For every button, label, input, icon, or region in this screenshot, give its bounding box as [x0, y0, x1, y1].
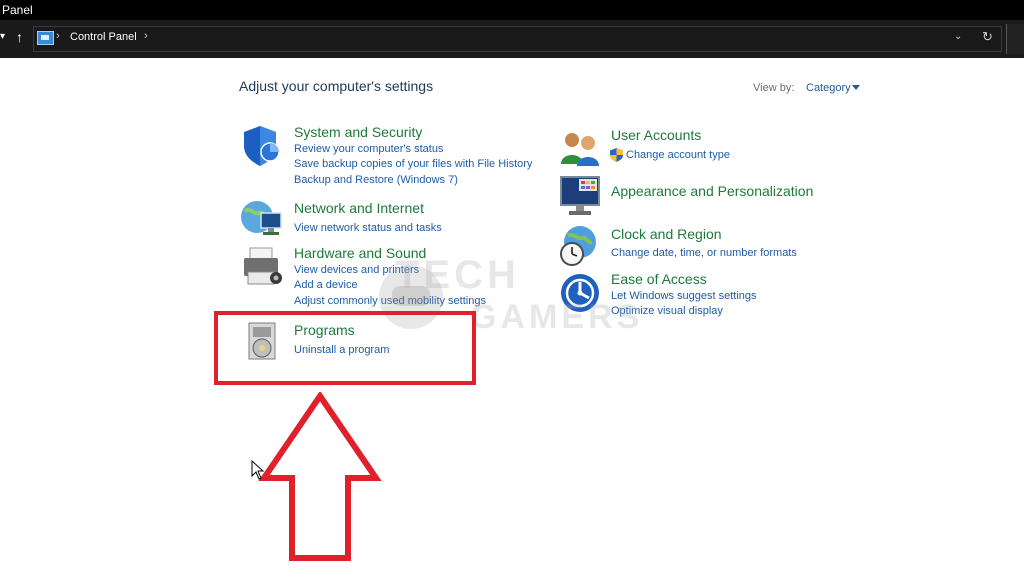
category-appearance-and-personalization[interactable]: Appearance and Personalization: [611, 183, 813, 199]
link-network-status[interactable]: View network status and tasks: [294, 222, 442, 234]
refresh-icon[interactable]: ↻: [982, 29, 993, 45]
uac-shield-icon: [610, 148, 623, 162]
annotation-up-arrow: [258, 392, 382, 561]
window-title-bar: Panel: [0, 0, 1024, 20]
dropdown-arrow-icon[interactable]: [852, 85, 860, 90]
shield-icon[interactable]: [240, 124, 284, 168]
address-box[interactable]: › Control Panel › ⌄ ↻: [33, 26, 1002, 52]
network-globe-icon[interactable]: [239, 197, 285, 239]
mouse-cursor-icon: [251, 460, 265, 480]
view-by-dropdown[interactable]: Category: [806, 82, 851, 94]
recent-locations-icon[interactable]: ▾: [0, 31, 5, 42]
highlight-box: [214, 311, 476, 385]
watermark-text-2: GAMERS: [470, 298, 644, 336]
up-arrow-icon[interactable]: ↑: [16, 29, 23, 45]
printer-icon[interactable]: [240, 244, 286, 290]
chevron-right-icon[interactable]: ›: [144, 30, 148, 42]
control-panel-content: Adjust your computer's settings View by:…: [0, 58, 1024, 581]
view-by-label: View by:: [753, 82, 795, 94]
user-accounts-icon[interactable]: [558, 128, 602, 168]
clock-globe-icon[interactable]: [558, 224, 602, 268]
link-file-history[interactable]: Save backup copies of your files with Fi…: [294, 158, 532, 170]
control-panel-icon: [37, 31, 54, 45]
link-review-status[interactable]: Review your computer's status: [294, 143, 443, 155]
category-ease-of-access[interactable]: Ease of Access: [611, 271, 707, 287]
category-clock-and-region[interactable]: Clock and Region: [611, 226, 722, 242]
breadcrumb[interactable]: Control Panel: [70, 31, 137, 43]
page-title: Adjust your computer's settings: [239, 78, 434, 94]
category-system-and-security[interactable]: System and Security: [294, 124, 422, 140]
link-change-account-type[interactable]: Change account type: [626, 149, 730, 161]
window-title: Panel: [2, 3, 33, 17]
link-add-device[interactable]: Add a device: [294, 279, 358, 291]
category-network-and-internet[interactable]: Network and Internet: [294, 200, 424, 216]
link-date-time-formats[interactable]: Change date, time, or number formats: [611, 247, 797, 259]
search-box-edge[interactable]: [1006, 24, 1024, 54]
chevron-right-icon[interactable]: ›: [56, 30, 60, 42]
chevron-down-icon[interactable]: ⌄: [954, 31, 962, 42]
category-user-accounts[interactable]: User Accounts: [611, 127, 701, 143]
link-backup-restore[interactable]: Backup and Restore (Windows 7): [294, 174, 458, 186]
monitor-personalization-icon[interactable]: [559, 175, 603, 217]
watermark-text: TECH: [395, 253, 520, 297]
address-bar-area: ▾ ↑ › Control Panel › ⌄ ↻: [0, 20, 1024, 58]
